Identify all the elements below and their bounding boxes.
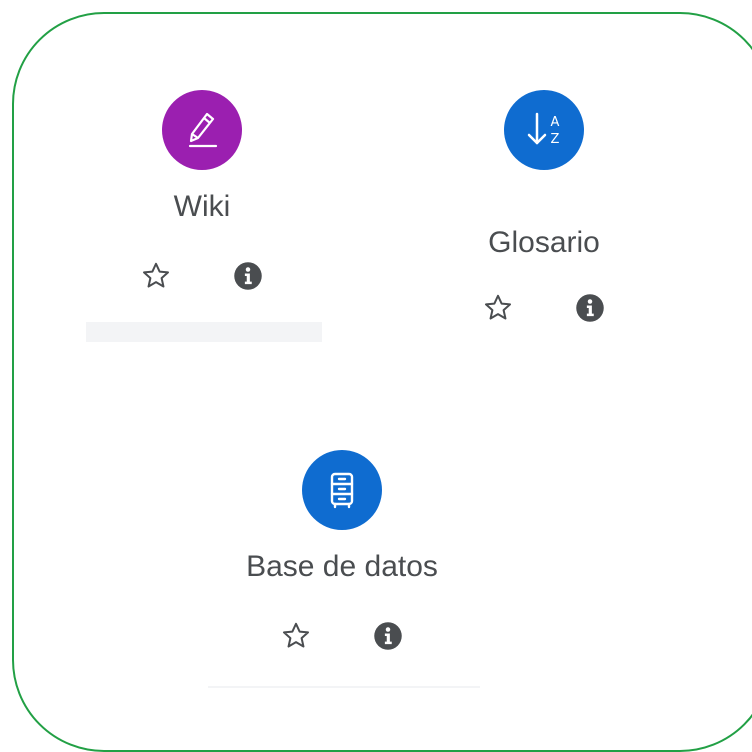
glossary-sort-az-icon: A Z (504, 90, 584, 170)
info-icon[interactable] (370, 618, 406, 654)
activity-actions (480, 290, 608, 326)
activity-name[interactable]: Base de datos (246, 550, 438, 584)
svg-text:A: A (551, 115, 560, 130)
activity-name[interactable]: Glosario (488, 226, 600, 260)
star-outline-icon[interactable] (138, 258, 174, 294)
divider (208, 686, 480, 688)
activity-glossary[interactable]: A Z Glosario (464, 90, 624, 326)
activity-name[interactable]: Wiki (174, 190, 231, 224)
star-outline-icon[interactable] (278, 618, 314, 654)
activity-actions (278, 618, 406, 654)
star-outline-icon[interactable] (480, 290, 516, 326)
wiki-pencil-icon (162, 90, 242, 170)
activity-database[interactable]: Base de datos (212, 450, 472, 654)
activity-actions (138, 258, 266, 294)
info-icon[interactable] (230, 258, 266, 294)
svg-text:Z: Z (551, 132, 560, 147)
activity-wiki[interactable]: Wiki (122, 90, 282, 294)
database-cabinet-icon (302, 450, 382, 530)
divider (86, 322, 322, 342)
info-icon[interactable] (572, 290, 608, 326)
